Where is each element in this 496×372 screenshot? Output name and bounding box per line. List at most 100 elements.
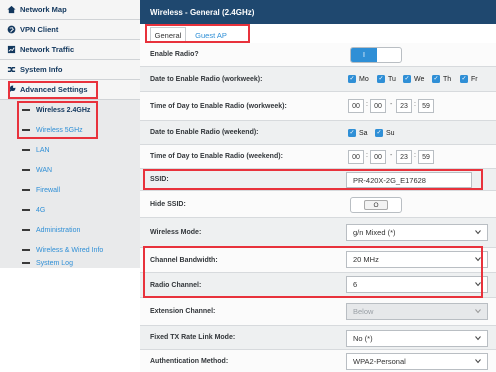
highlight-box [143, 169, 483, 190]
sidebar-item-label: 4G [36, 206, 46, 214]
sidebar-item-label: VPN Client [20, 25, 59, 34]
globe-icon [6, 25, 16, 35]
row-workweek-time: Time of Day to Enable Radio (workweek): … [140, 92, 496, 121]
time-separator: - [390, 152, 393, 159]
chevron-down-icon [475, 309, 481, 314]
dash-icon [22, 148, 30, 152]
weekend-time-label: Time of Day to Enable Radio (weekend): [150, 153, 283, 160]
sidebar-item-lan[interactable]: LAN [0, 140, 140, 160]
dash-icon [22, 228, 30, 232]
enable-radio-toggle[interactable]: I [350, 47, 402, 63]
time-separator: : [366, 152, 368, 159]
workweek-start-minute-input[interactable]: 00 [370, 99, 386, 113]
highlight-box [143, 246, 483, 298]
sidebar-item-label: Firewall [36, 186, 61, 194]
hide-ssid-label: Hide SSID: [150, 200, 186, 208]
sidebar-item-vpn-client[interactable]: VPN Client [0, 20, 140, 40]
sidebar-item-network-map[interactable]: Network Map [0, 0, 140, 20]
check-icon: ✓ [348, 75, 356, 83]
sidebar-item-label: Network Traffic [20, 45, 75, 54]
weekend-days-label: Date to Enable Radio (weekend): [150, 129, 259, 136]
chevron-down-icon [475, 359, 481, 364]
workweek-end-hour-input[interactable]: 23 [396, 99, 412, 113]
checkbox-th[interactable]: ✓ Th [432, 75, 451, 83]
sidebar-item-label: System Log [36, 259, 73, 267]
home-icon [6, 5, 16, 15]
extension-channel-select[interactable]: Below [346, 303, 488, 320]
sidebar-item-wan[interactable]: WAN [0, 160, 140, 180]
checkbox-label: Sa [359, 129, 368, 137]
sidebar-item-label: Wireless & Wired Info [36, 246, 104, 254]
checkbox-label: We [414, 75, 425, 83]
check-icon: ✓ [403, 75, 411, 83]
sidebar-item-label: WAN [36, 166, 53, 174]
checkbox-fr[interactable]: ✓ Fr [460, 75, 478, 83]
dash-icon [22, 248, 30, 252]
sidebar-item-label: LAN [36, 146, 50, 154]
checkbox-we[interactable]: ✓ We [403, 75, 424, 83]
extension-channel-label: Extension Channel: [150, 308, 216, 315]
check-icon: ✓ [377, 75, 385, 83]
sidebar-item-firewall[interactable]: Firewall [0, 180, 140, 200]
check-icon: ✓ [432, 75, 440, 83]
workweek-end-minute-input[interactable]: 59 [418, 99, 434, 113]
row-workweek-days: Date to Enable Radio (workweek): ✓ Mo ✓ Tu… [140, 67, 496, 92]
sidebar-item-system-info[interactable]: System Info [0, 60, 140, 80]
dash-icon [22, 168, 30, 172]
time-separator: : [366, 101, 368, 108]
checkbox-label: Th [443, 75, 452, 83]
extension-channel-value: Below [353, 307, 374, 316]
row-hide-ssid: Hide SSID: O [140, 191, 496, 218]
highlight-box [17, 101, 98, 139]
highlight-box [8, 81, 98, 99]
weekend-end-hour-input[interactable]: 23 [396, 150, 412, 164]
checkbox-mo[interactable]: ✓ Mo [348, 75, 369, 83]
auth-method-value: WPA2-Personal [353, 357, 406, 366]
wireless-mode-select[interactable]: g/n Mixed (*) [346, 224, 488, 241]
checkbox-su[interactable]: ✓ Su [375, 129, 395, 137]
hide-ssid-toggle[interactable]: O [350, 197, 402, 213]
enable-radio-label: Enable Radio? [150, 51, 199, 58]
dash-icon [22, 208, 30, 212]
shuffle-icon [6, 65, 16, 75]
time-separator: : [414, 152, 416, 159]
check-icon: ✓ [348, 129, 356, 137]
checkbox-sa[interactable]: ✓ Sa [348, 129, 368, 137]
chevron-down-icon [475, 336, 481, 341]
workweek-time-label: Time of Day to Enable Radio (workweek): [150, 102, 287, 110]
auth-method-label: Authentication Method: [150, 357, 229, 365]
sidebar-item-administration[interactable]: Administration [0, 220, 140, 240]
check-icon: ✓ [460, 75, 468, 83]
sidebar-item-system-log[interactable]: System Log [0, 255, 140, 271]
fixed-tx-rate-select[interactable]: No (*) [346, 330, 488, 347]
weekend-start-hour-input[interactable]: 00 [348, 150, 364, 164]
workweek-start-hour-input[interactable]: 00 [348, 99, 364, 113]
wireless-mode-value: g/n Mixed (*) [353, 228, 396, 237]
weekend-start-minute-input[interactable]: 00 [370, 150, 386, 164]
checkbox-label: Fr [471, 75, 478, 83]
toggle-on-indicator: I [351, 48, 377, 62]
weekend-end-minute-input[interactable]: 59 [418, 150, 434, 164]
auth-method-select[interactable]: WPA2-Personal [346, 353, 488, 370]
highlight-box [145, 24, 250, 43]
time-separator: - [390, 101, 393, 108]
checkbox-label: Tu [388, 75, 396, 83]
page-title: Wireless - General (2.4GHz) [150, 7, 255, 17]
chart-icon [6, 45, 16, 55]
workweek-days-label: Date to Enable Radio (workweek): [150, 75, 263, 83]
page-header: Wireless - General (2.4GHz) [140, 0, 496, 24]
dash-icon [22, 261, 30, 265]
row-weekend-time: Time of Day to Enable Radio (weekend): 0… [140, 145, 496, 169]
fixed-tx-rate-label: Fixed TX Rate Link Mode: [150, 334, 236, 341]
toggle-off-indicator: O [364, 200, 388, 210]
dash-icon [22, 188, 30, 192]
row-enable-radio: Enable Radio? I [140, 43, 496, 67]
checkbox-label: Su [386, 129, 395, 137]
sidebar-item-label: Administration [36, 226, 81, 234]
sidebar-item-4g[interactable]: 4G [0, 200, 140, 220]
sidebar-item-label: Network Map [20, 5, 67, 14]
sidebar-item-network-traffic[interactable]: Network Traffic [0, 40, 140, 60]
checkbox-tu[interactable]: ✓ Tu [377, 75, 396, 83]
fixed-tx-rate-value: No (*) [353, 334, 373, 343]
time-separator: : [414, 101, 416, 108]
